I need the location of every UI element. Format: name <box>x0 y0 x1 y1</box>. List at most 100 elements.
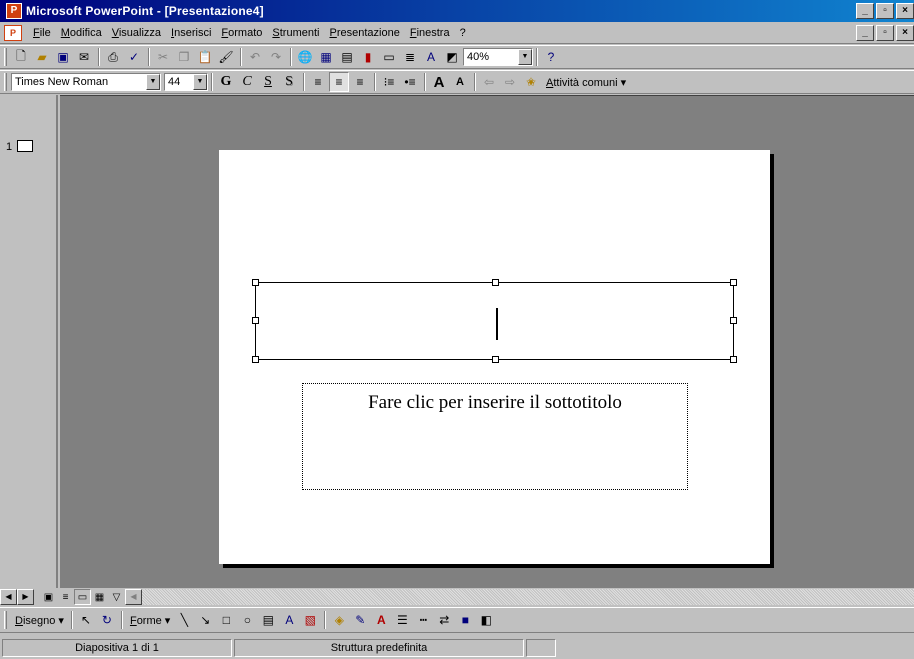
resize-handle[interactable] <box>252 356 259 363</box>
title-placeholder[interactable] <box>252 279 737 363</box>
spelling-icon[interactable]: ✓ <box>124 47 144 67</box>
line-style-icon[interactable]: ☰ <box>392 610 412 630</box>
document-icon[interactable]: P <box>4 24 22 41</box>
toolbar-grip[interactable] <box>4 48 7 66</box>
slide-view-icon[interactable]: ▭ <box>74 589 91 605</box>
paste-icon[interactable]: 📋 <box>195 47 215 67</box>
autoshapes-menu[interactable]: Forme ▾ <box>126 614 174 627</box>
3d-icon[interactable]: ◧ <box>476 610 496 630</box>
font-color-icon[interactable]: A <box>371 610 391 630</box>
animation-effects-icon[interactable]: ✬ <box>521 72 541 92</box>
cut-icon[interactable]: ✂ <box>153 47 173 67</box>
numbering-icon[interactable]: ⁝≡ <box>379 72 399 92</box>
arrow-style-icon[interactable]: ⇄ <box>434 610 454 630</box>
hyperlink-icon[interactable]: 🌐 <box>295 47 315 67</box>
line-color-icon[interactable]: ✎ <box>350 610 370 630</box>
minimize-button[interactable]: _ <box>856 3 874 19</box>
outline-view-icon[interactable]: ≡ <box>57 589 74 605</box>
dash-style-icon[interactable]: ┅ <box>413 610 433 630</box>
grayscale-icon[interactable]: ◩ <box>442 47 462 67</box>
arrow-icon[interactable]: ↘ <box>195 610 215 630</box>
decrease-font-icon[interactable]: A <box>450 72 470 92</box>
increase-font-icon[interactable]: A <box>429 72 449 92</box>
menu-strumenti[interactable]: Strumenti <box>267 27 324 39</box>
menu-modifica[interactable]: Modifica <box>56 27 107 39</box>
doc-maximize-button[interactable]: ▫ <box>876 24 894 41</box>
powerpoint-app-icon[interactable]: P <box>6 3 22 19</box>
common-tasks-menu[interactable]: Attività comuni ▾ <box>542 76 630 89</box>
doc-minimize-button[interactable]: _ <box>856 24 874 41</box>
select-pointer-icon[interactable]: ↖ <box>76 610 96 630</box>
maximize-button[interactable]: ▫ <box>876 3 894 19</box>
bullets-icon[interactable]: •≡ <box>400 72 420 92</box>
menu-formato[interactable]: Formato <box>216 27 267 39</box>
fill-color-icon[interactable]: ◈ <box>329 610 349 630</box>
email-icon[interactable]: ✉ <box>74 47 94 67</box>
resize-handle[interactable] <box>492 356 499 363</box>
tables-icon[interactable]: ▦ <box>316 47 336 67</box>
shadow-icon[interactable]: ■ <box>455 610 475 630</box>
menu-help[interactable]: ? <box>455 27 471 39</box>
scroll-left-icon[interactable]: ◀ <box>0 589 17 605</box>
scroll-left-small-icon[interactable]: ◀ <box>125 589 142 605</box>
insert-chart-icon[interactable]: ▮ <box>358 47 378 67</box>
toolbar-grip[interactable] <box>4 73 7 91</box>
underline-button[interactable]: S <box>258 72 278 92</box>
resize-handle[interactable] <box>730 356 737 363</box>
menu-file[interactable]: File <box>28 27 56 39</box>
open-icon[interactable]: ▰ <box>32 47 52 67</box>
font-size-combo[interactable]: 44 ▼ <box>164 73 208 91</box>
normal-view-icon[interactable]: ▣ <box>40 589 57 605</box>
italic-button[interactable]: C <box>237 72 257 92</box>
font-combo[interactable]: Times New Roman ▼ <box>11 73 161 91</box>
resize-handle[interactable] <box>730 317 737 324</box>
menu-inserisci[interactable]: Inserisci <box>166 27 216 39</box>
show-formatting-icon[interactable]: A <box>421 47 441 67</box>
new-slide-icon[interactable]: ▭ <box>379 47 399 67</box>
textbox-icon[interactable]: ▤ <box>258 610 278 630</box>
help-icon[interactable]: ? <box>541 47 561 67</box>
promote-icon[interactable]: ⇦ <box>479 72 499 92</box>
format-painter-icon[interactable]: 🖌 <box>216 47 236 67</box>
chevron-down-icon[interactable]: ▼ <box>193 74 207 90</box>
draw-menu[interactable]: Disegno ▾ <box>11 614 68 627</box>
menu-visualizza[interactable]: Visualizza <box>107 27 166 39</box>
slide-thumbnail-icon[interactable] <box>17 140 33 152</box>
align-center-icon[interactable]: ≡ <box>329 72 349 92</box>
slide-sorter-icon[interactable]: ▦ <box>91 589 108 605</box>
slide-show-icon[interactable]: ▽ <box>108 589 125 605</box>
demote-icon[interactable]: ⇨ <box>500 72 520 92</box>
line-icon[interactable]: ╲ <box>174 610 194 630</box>
resize-handle[interactable] <box>252 317 259 324</box>
resize-handle[interactable] <box>492 279 499 286</box>
menu-presentazione[interactable]: Presentazione <box>324 27 404 39</box>
save-icon[interactable]: ▣ <box>53 47 73 67</box>
menu-finestra[interactable]: Finestra <box>405 27 455 39</box>
redo-icon[interactable]: ↷ <box>266 47 286 67</box>
resize-handle[interactable] <box>730 279 737 286</box>
close-button[interactable]: × <box>896 3 914 19</box>
rectangle-icon[interactable]: □ <box>216 610 236 630</box>
insert-table-icon[interactable]: ▤ <box>337 47 357 67</box>
expand-all-icon[interactable]: ≣ <box>400 47 420 67</box>
zoom-combo[interactable]: 40% ▼ <box>463 48 533 66</box>
align-right-icon[interactable]: ≡ <box>350 72 370 92</box>
horizontal-scroll-track[interactable] <box>142 589 914 605</box>
free-rotate-icon[interactable]: ↻ <box>97 610 117 630</box>
chevron-down-icon[interactable]: ▼ <box>146 74 160 90</box>
undo-icon[interactable]: ↶ <box>245 47 265 67</box>
subtitle-placeholder[interactable]: Fare clic per inserire il sottotitolo <box>302 383 688 490</box>
new-icon[interactable]: 🗋 <box>11 47 31 67</box>
doc-close-button[interactable]: × <box>896 24 914 41</box>
scroll-right-icon[interactable]: ▶ <box>17 589 34 605</box>
resize-handle[interactable] <box>252 279 259 286</box>
toolbar-grip[interactable] <box>4 611 7 629</box>
print-icon[interactable]: ⎙ <box>103 47 123 67</box>
oval-icon[interactable]: ○ <box>237 610 257 630</box>
shadow-button[interactable]: S <box>279 72 299 92</box>
slide-canvas[interactable]: Fare clic per inserire il sottotitolo <box>219 150 770 564</box>
wordart-icon[interactable]: A <box>279 610 299 630</box>
bold-button[interactable]: G <box>216 72 236 92</box>
clipart-icon[interactable]: ▧ <box>300 610 320 630</box>
align-left-icon[interactable]: ≡ <box>308 72 328 92</box>
